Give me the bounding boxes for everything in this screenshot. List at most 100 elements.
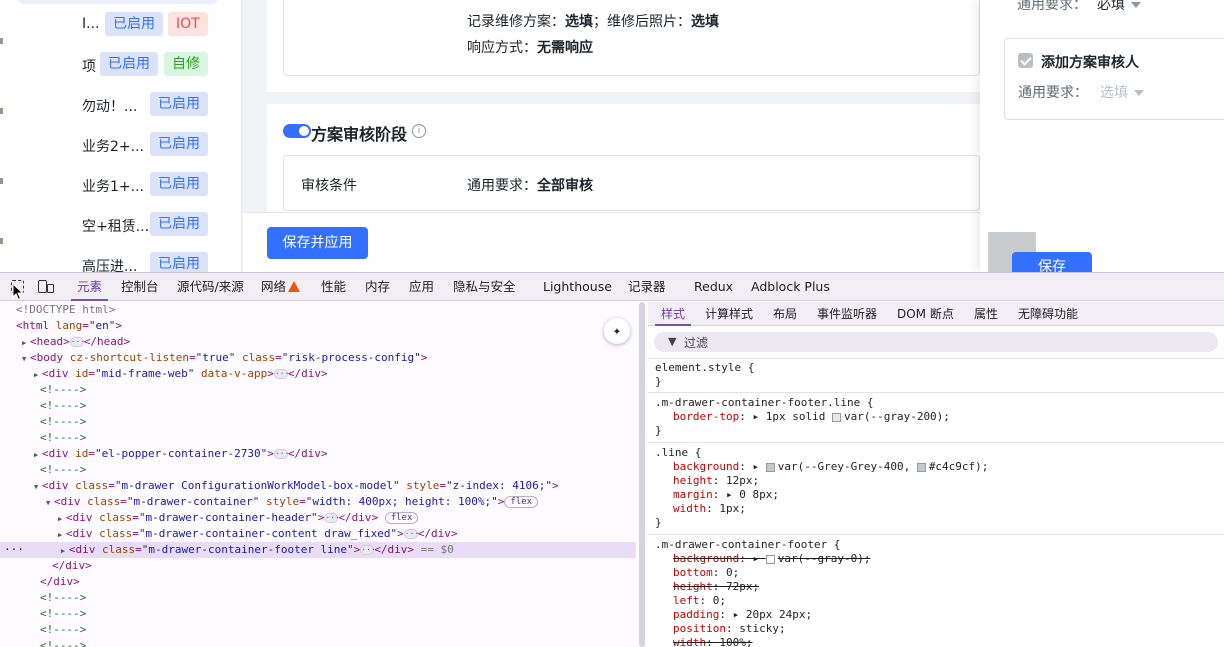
color-swatch[interactable]	[765, 554, 775, 564]
dom-node[interactable]: <html lang="en">	[0, 318, 636, 334]
dom-comment[interactable]: <!---->	[0, 430, 636, 446]
styles-pane: 样式 计算样式 布局 事件监听器 DOM 断点 属性 无障碍功能 ▼ 过滤 el…	[648, 302, 1224, 647]
dom-node[interactable]: <!DOCTYPE html>	[0, 302, 636, 318]
config-main-area: 记录维修方案：选填；维修后照片：选填 响应方式：无需响应 方案审核阶段 i 审核…	[243, 0, 980, 272]
css-declaration[interactable]: padding: ▸ 20px 24px;	[673, 608, 1224, 622]
list-item[interactable]: 业务1+... 已启用	[0, 172, 241, 196]
tab-recorder[interactable]: 记录器	[628, 273, 666, 301]
css-selector[interactable]: element.style {	[655, 361, 1224, 375]
review-stage-toggle[interactable]	[283, 124, 311, 138]
css-declaration[interactable]: background: ▸ var(--Grey-Grey-400, #c4c9…	[673, 460, 1224, 474]
dom-node-selected[interactable]: ···<div class="m-drawer-container-footer…	[0, 542, 636, 558]
tab-privacy-security[interactable]: 隐私与安全	[453, 273, 516, 301]
dom-node[interactable]: <div class="m-drawer-container-content d…	[0, 526, 636, 542]
dom-node[interactable]: <div class="m-drawer-container-header">·…	[0, 510, 636, 526]
tab-accessibility[interactable]: 无障碍功能	[1018, 302, 1078, 326]
tab-computed[interactable]: 计算样式	[705, 302, 753, 326]
flex-badge[interactable]: flex	[384, 512, 419, 524]
chevron-down-icon[interactable]	[1131, 2, 1141, 8]
flex-badge[interactable]: flex	[504, 496, 539, 508]
app-viewport: I... 已启用 IOT 项 已启用 自修 勿动！... 已启用 业务2+...…	[0, 0, 1224, 272]
css-declaration[interactable]: left: 0;	[673, 594, 1224, 608]
css-brace: }	[655, 424, 662, 437]
dom-comment[interactable]: <!---->	[0, 606, 636, 622]
status-badge: 已启用	[150, 92, 208, 116]
styles-filter-input[interactable]: ▼ 过滤	[654, 332, 1218, 352]
save-button[interactable]: 保存	[1012, 252, 1092, 272]
tab-layout[interactable]: 布局	[773, 302, 797, 326]
dom-node[interactable]: <head>···</head>	[0, 334, 636, 350]
css-declaration-overridden[interactable]: background: ▸ var(--gray-0);	[673, 552, 1224, 566]
review-stage-title: 方案审核阶段	[311, 125, 408, 144]
info-icon[interactable]: i	[412, 124, 426, 138]
edge-tick	[0, 38, 3, 44]
reviewer-requirement-select[interactable]: 选填	[1100, 82, 1144, 102]
color-swatch[interactable]	[831, 412, 841, 422]
dom-close-tag[interactable]: </div>	[0, 574, 636, 590]
css-declaration-overridden[interactable]: height: 72px;	[673, 580, 1224, 594]
css-declaration[interactable]: width: 1px;	[673, 502, 1224, 516]
list-item[interactable]: 空+租赁... 已启用	[0, 212, 241, 236]
add-reviewer-checkbox[interactable]	[1018, 53, 1033, 68]
tab-dom-breakpoints[interactable]: DOM 断点	[897, 302, 954, 326]
status-badge: 已启用	[150, 252, 208, 272]
repair-rule-line: 记录维修方案：选填；维修后照片：选填	[467, 14, 719, 30]
tab-console[interactable]: 控制台	[121, 273, 159, 301]
css-brace: }	[655, 516, 662, 529]
dom-comment[interactable]: <!---->	[0, 622, 636, 638]
tab-properties[interactable]: 属性	[974, 302, 998, 326]
dom-node[interactable]: <body cz-shortcut-listen="true" class="r…	[0, 350, 636, 366]
css-declaration[interactable]: position: sticky;	[673, 622, 1224, 636]
rule-separator	[648, 358, 1224, 359]
tab-event-listeners[interactable]: 事件监听器	[817, 302, 877, 326]
tab-adblock-plus[interactable]: Adblock Plus	[751, 273, 830, 301]
repair-stage-rules: 记录维修方案：选填；维修后照片：选填 响应方式：无需响应	[283, 0, 980, 76]
dom-node[interactable]: <div id="mid-frame-web" data-v-app>···</…	[0, 366, 636, 382]
tab-lighthouse[interactable]: Lighthouse	[543, 273, 612, 301]
panel-splitter[interactable]	[636, 302, 648, 647]
css-selector[interactable]: .m-drawer-container-footer {	[655, 538, 1224, 552]
dom-comment[interactable]: <!---->	[0, 590, 636, 606]
css-declaration[interactable]: bottom: 0;	[673, 566, 1224, 580]
css-selector[interactable]: .line {	[655, 446, 1224, 460]
css-declaration[interactable]: border-top: ▸ 1px solid var(--gray-200);	[673, 410, 1224, 424]
review-stage-card: 方案审核阶段 i 审核条件 通用要求：全部审核	[267, 104, 980, 214]
dom-node[interactable]: <div id="el-popper-container-2730">···</…	[0, 446, 636, 462]
tab-redux[interactable]: Redux	[694, 273, 733, 301]
device-toggle-icon[interactable]	[38, 280, 47, 293]
review-condition-box: 审核条件 通用要求：全部审核	[283, 155, 980, 211]
tab-network[interactable]: 网络	[261, 273, 286, 301]
css-selector[interactable]: .m-drawer-container-footer.line {	[655, 396, 1224, 410]
dom-comment[interactable]: <!---->	[0, 398, 636, 414]
review-requirement: 通用要求：全部审核	[467, 178, 593, 194]
tab-memory[interactable]: 内存	[365, 273, 390, 301]
edge-tick	[0, 238, 3, 244]
list-item[interactable]: 高压进... 已启用	[0, 252, 241, 272]
tab-styles[interactable]: 样式	[654, 302, 692, 326]
dom-node[interactable]: <div class="m-drawer-container" style="w…	[0, 494, 636, 510]
list-item-name: I...	[82, 16, 100, 32]
color-swatch[interactable]	[765, 462, 775, 472]
save-and-apply-button[interactable]: 保存并应用	[267, 227, 368, 259]
dom-comment[interactable]: <!---->	[0, 414, 636, 430]
filter-placeholder: 过滤	[684, 336, 709, 350]
dom-comment[interactable]: <!---->	[0, 462, 636, 478]
color-swatch[interactable]	[916, 462, 926, 472]
list-item-name: 业务1+...	[82, 179, 144, 195]
tab-performance[interactable]: 性能	[321, 273, 346, 301]
tab-application[interactable]: 应用	[409, 273, 434, 301]
tab-elements[interactable]: 元素	[70, 273, 109, 301]
list-item[interactable]: 项 已启用 自修	[0, 52, 241, 76]
dom-node[interactable]: <div class="m-drawer ConfigurationWorkMo…	[0, 478, 636, 494]
list-item[interactable]: 业务2+... 已启用	[0, 132, 241, 156]
dom-close-tag[interactable]: </div>	[0, 558, 636, 574]
css-declaration-overridden[interactable]: width: 100%;	[673, 636, 1224, 647]
list-item[interactable]: 勿动！... 已启用	[0, 92, 241, 116]
dom-comment[interactable]: <!---->	[0, 382, 636, 398]
status-badge: 已启用	[150, 172, 208, 196]
list-item[interactable]: I... 已启用 IOT	[0, 12, 241, 36]
css-declaration[interactable]: height: 12px;	[673, 474, 1224, 488]
css-declaration[interactable]: margin: ▸ 0 8px;	[673, 488, 1224, 502]
list-item-name: 空+租赁...	[82, 219, 150, 235]
tab-sources[interactable]: 源代码/来源	[177, 273, 244, 301]
